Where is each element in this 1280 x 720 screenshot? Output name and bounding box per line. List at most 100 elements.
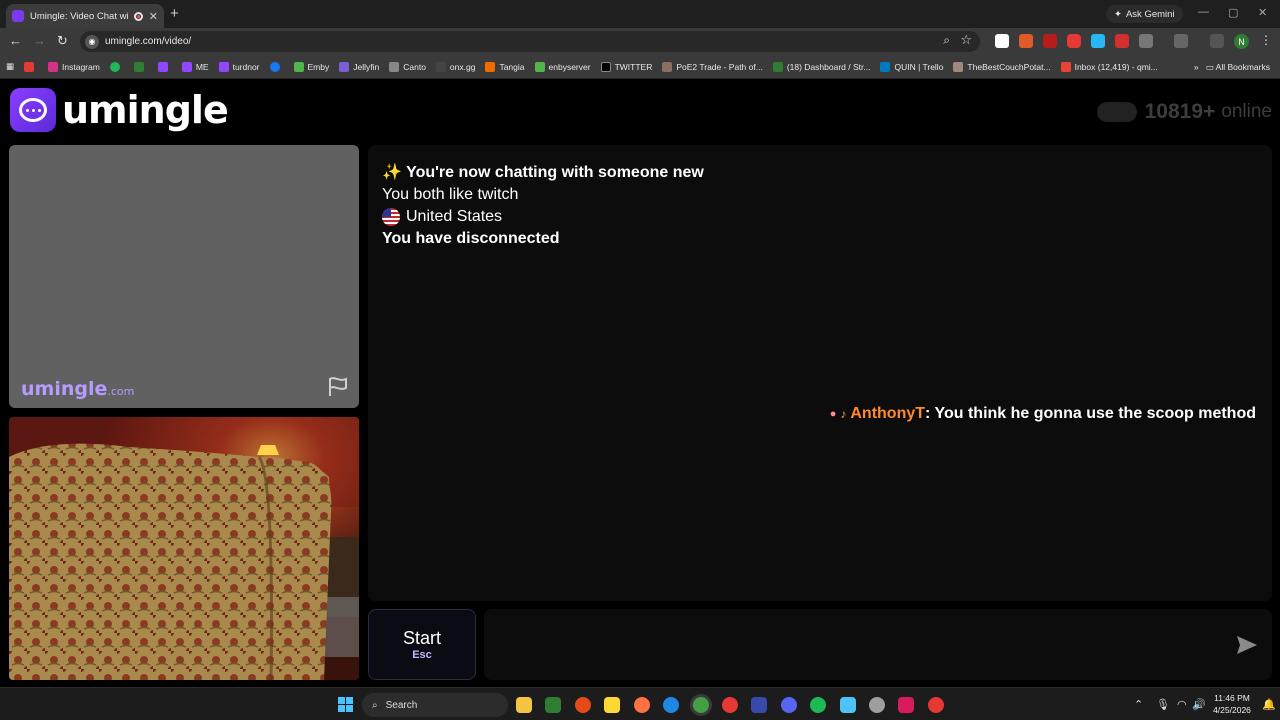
bookmark-label: Instagram (62, 61, 100, 72)
bookmark-green[interactable] (133, 61, 148, 72)
stranger-video: umingle.com (9, 145, 359, 408)
message-input[interactable] (484, 609, 1224, 680)
extension-fox-icon[interactable] (1019, 34, 1033, 48)
chat-disconnected-line: You have disconnected (382, 230, 560, 247)
extension-youtube-icon[interactable] (1067, 34, 1081, 48)
bookmark-youtube[interactable] (24, 61, 38, 72)
reload-icon[interactable]: ↻ (57, 33, 68, 49)
couch-icon (953, 61, 964, 72)
bookmark-label: Canto (403, 61, 426, 72)
bookmark-me[interactable]: ME (181, 61, 209, 72)
extensions-puzzle-icon[interactable] (1139, 34, 1153, 48)
address-bar[interactable]: ◉ umingle.com/video/ ⌕ ☆ (80, 31, 980, 52)
extension-k-icon[interactable] (995, 34, 1009, 48)
discord-icon[interactable] (781, 697, 797, 713)
bookmark-couchpotato[interactable]: TheBestCouchPotat... (953, 61, 1051, 72)
watermark-text: umingle (21, 378, 108, 400)
tiktok-icon[interactable] (898, 697, 914, 713)
bookmark-spotify[interactable] (109, 61, 124, 72)
bookmark-turdnor[interactable]: turdnor (218, 61, 260, 72)
menu-kebab-icon[interactable]: ⋮ (1260, 33, 1272, 47)
sticky-notes-icon[interactable] (604, 697, 620, 713)
send-icon[interactable] (1236, 635, 1258, 655)
ask-gemini-button[interactable]: ✦ Ask Gemini (1106, 5, 1183, 23)
twitch-icon (157, 61, 168, 72)
edge-icon[interactable] (663, 697, 679, 713)
taskbar-search[interactable]: ⌕ Search (362, 693, 508, 717)
all-bookmarks-button[interactable]: » ▭ All Bookmarks (1194, 62, 1270, 73)
volume-icon[interactable]: 🔊 (1192, 698, 1206, 711)
overlay-message: : You think he gonna use the scoop metho… (925, 405, 1256, 422)
file-explorer-icon[interactable] (516, 697, 532, 713)
bookmark-canto[interactable]: Canto (389, 61, 426, 72)
wifi-icon[interactable]: ◠ (1177, 698, 1187, 711)
bookmark-onx[interactable]: onx.gg (435, 61, 475, 72)
extension-blue-icon[interactable] (1091, 34, 1105, 48)
back-icon[interactable]: ← (9, 33, 22, 48)
bookmark-poe2[interactable]: PoE2 Trade - Path of... (662, 61, 763, 72)
tray-overflow-icon[interactable]: ⌃ (1134, 698, 1143, 711)
play-app-icon[interactable] (545, 697, 561, 713)
notifications-bell-icon[interactable]: 🔔 (1262, 698, 1276, 711)
extension-red-icon[interactable] (1043, 34, 1057, 48)
clock-time: 11:46 PM (1214, 693, 1250, 703)
recording-indicator-icon (133, 11, 143, 21)
bookmark-label: turdnor (232, 61, 260, 72)
firefox-icon[interactable] (634, 697, 650, 713)
zoom-icon[interactable]: ⌕ (943, 33, 950, 48)
bookmark-dashboard[interactable]: (18) Dashboard / Str... (772, 61, 870, 72)
umingle-page: umingle 10819+ online umingle.com ✨ You'… (0, 80, 1280, 687)
microphone-icon[interactable]: 🎙 (1156, 698, 1170, 711)
bookmark-label: enbyserver (548, 61, 591, 72)
ask-gemini-label: Ask Gemini (1125, 8, 1175, 20)
forward-icon[interactable]: → (33, 33, 46, 48)
bookmark-facebook[interactable] (269, 61, 284, 72)
bookmark-trello[interactable]: QUIN | Trello (880, 61, 943, 72)
bookmark-twitter[interactable]: TWITTER (600, 61, 652, 72)
jellyfin-icon (339, 61, 350, 72)
online-toggle[interactable] (1096, 102, 1137, 122)
umingle-logo[interactable]: umingle (10, 88, 229, 132)
new-tab-button[interactable]: + (170, 5, 179, 22)
spotify-icon (109, 61, 120, 72)
bookmark-label: TheBestCouchPotat... (967, 61, 1051, 72)
extension-block-icon[interactable] (1115, 34, 1129, 48)
opera-icon[interactable] (722, 697, 738, 713)
bookmark-twitch[interactable] (157, 61, 172, 72)
notepad-icon[interactable] (840, 697, 856, 713)
apps-grid-icon[interactable]: ▦ (6, 61, 14, 72)
bookmark-enbyserver[interactable]: enbyserver (534, 61, 591, 72)
bookmark-instagram[interactable]: Instagram (48, 61, 100, 72)
chat-country-line: United States (382, 208, 502, 226)
browser-tab-umingle[interactable]: Umingle: Video Chat with S ✕ (6, 4, 164, 28)
maximize-icon[interactable]: ▢ (1228, 6, 1238, 19)
spotify-taskbar-icon[interactable] (810, 697, 826, 713)
orange-app-icon[interactable] (575, 697, 591, 713)
red-app-icon[interactable] (928, 697, 944, 713)
bookmark-jellyfin[interactable]: Jellyfin (339, 61, 379, 72)
minimize-icon[interactable]: — (1198, 6, 1209, 18)
report-flag-icon[interactable] (327, 376, 349, 398)
gmail-icon (1060, 61, 1071, 72)
site-info-icon[interactable]: ◉ (85, 34, 99, 49)
close-tab-icon[interactable]: ✕ (149, 10, 158, 23)
obs-icon[interactable] (869, 697, 885, 713)
start-button[interactable]: Start Esc (368, 609, 476, 680)
bookmark-tangia[interactable]: Tangia (485, 61, 525, 72)
remote-app-icon[interactable] (751, 697, 767, 713)
bookmark-star-icon[interactable]: ☆ (960, 32, 972, 48)
bookmark-emby[interactable]: Emby (293, 61, 329, 72)
bookmark-label: PoE2 Trade - Path of... (676, 61, 763, 72)
emby-icon (534, 61, 545, 72)
tab-search-icon[interactable] (1210, 34, 1224, 48)
profile-avatar[interactable]: N (1234, 34, 1249, 49)
logo-text: umingle (62, 88, 229, 132)
bookmark-inbox[interactable]: Inbox (12,419) - qmi... (1060, 61, 1158, 72)
close-window-icon[interactable]: ✕ (1258, 6, 1267, 19)
windows-start-icon[interactable] (338, 697, 353, 712)
taskbar-clock[interactable]: 11:46 PM 4/25/2026 (1208, 692, 1256, 716)
split-view-icon[interactable] (1174, 34, 1188, 48)
chat-log: ✨ You're now chatting with someone new Y… (368, 145, 1272, 601)
browser-tab-strip: Umingle: Video Chat with S ✕ + ✦ Ask Gem… (0, 0, 1280, 28)
chrome-icon[interactable] (693, 697, 709, 713)
